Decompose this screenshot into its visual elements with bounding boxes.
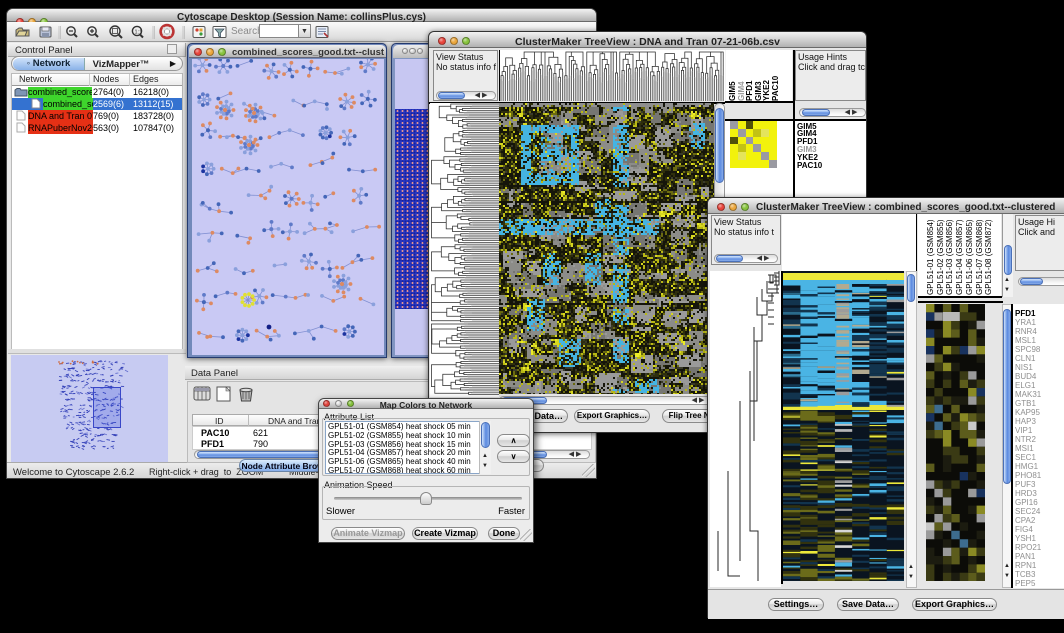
- svg-text:1:1: 1:1: [135, 30, 143, 36]
